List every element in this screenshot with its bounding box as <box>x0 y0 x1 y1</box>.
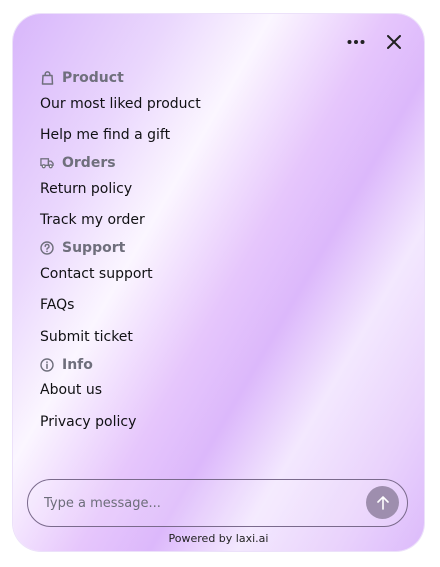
menu-item-submit-ticket[interactable]: Submit ticket <box>40 327 133 347</box>
send-button[interactable] <box>366 486 399 519</box>
help-circle-icon <box>40 241 54 255</box>
menu-item-privacy-policy[interactable]: Privacy policy <box>40 412 136 432</box>
close-icon <box>387 35 401 49</box>
quick-menu: Product Our most liked product Help me f… <box>40 68 400 438</box>
menu-item-return-policy[interactable]: Return policy <box>40 179 132 199</box>
message-input[interactable] <box>42 480 346 527</box>
menu-item-faqs[interactable]: FAQs <box>40 295 74 315</box>
section-title: Orders <box>62 155 116 171</box>
more-horizontal-icon <box>347 40 365 44</box>
section-title: Info <box>62 356 93 373</box>
menu-item-track-my-order[interactable]: Track my order <box>40 210 145 230</box>
section-header-orders: Orders <box>40 153 400 173</box>
arrow-up-icon <box>376 495 389 510</box>
more-options-button[interactable] <box>346 32 366 52</box>
section-header-support: Support <box>40 238 400 258</box>
section-title: Product <box>62 70 124 86</box>
menu-item-help-me-find-a-gift[interactable]: Help me find a gift <box>40 125 170 145</box>
menu-item-about-us[interactable]: About us <box>40 380 102 400</box>
close-button[interactable] <box>384 32 404 52</box>
section-header-product: Product <box>40 68 400 88</box>
truck-icon <box>40 156 54 170</box>
menu-item-contact-support[interactable]: Contact support <box>40 264 153 284</box>
section-header-info: Info <box>40 355 400 375</box>
chat-widget-panel: Product Our most liked product Help me f… <box>13 14 424 551</box>
info-icon <box>40 357 54 372</box>
section-title: Support <box>62 240 126 256</box>
shopping-bag-icon <box>40 71 54 85</box>
message-composer <box>27 479 408 527</box>
menu-item-our-most-liked-product[interactable]: Our most liked product <box>40 94 201 114</box>
top-actions <box>346 32 404 52</box>
powered-by-text: Powered by laxi.ai <box>168 532 269 545</box>
